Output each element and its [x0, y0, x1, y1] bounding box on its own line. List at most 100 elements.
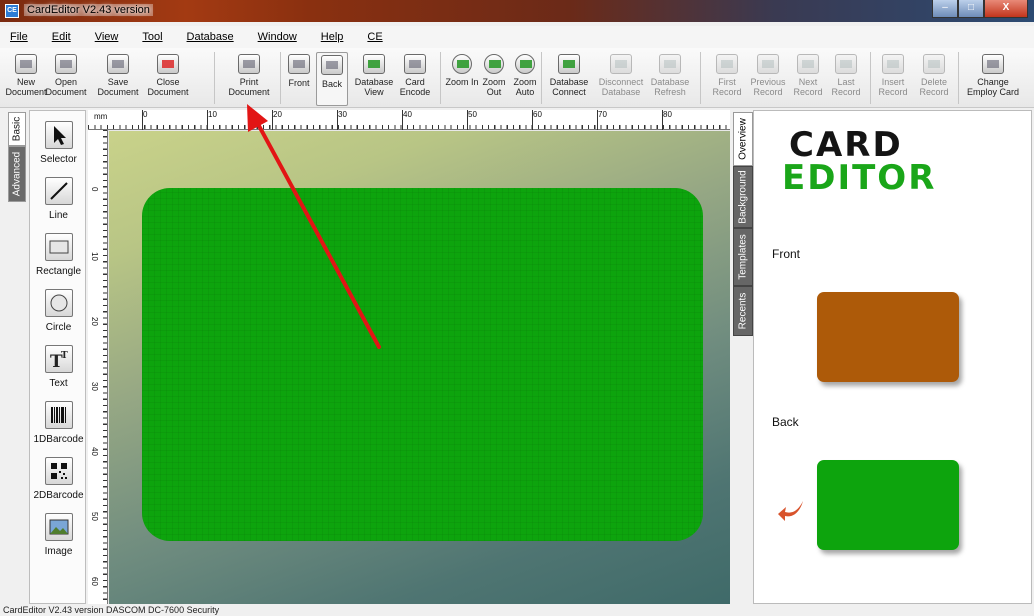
database-refresh-icon: [659, 54, 681, 74]
menu-database[interactable]: Database: [175, 31, 246, 43]
close-document-button[interactable]: Close Document: [143, 52, 193, 106]
ruler-tick: 20: [90, 317, 99, 326]
zoom-out-icon: [484, 54, 504, 74]
tab-advanced[interactable]: Advanced: [8, 146, 26, 202]
back-button[interactable]: Back: [316, 52, 348, 106]
tab-advanced-label: Advanced: [11, 151, 23, 197]
toolbar: New Document Open Document Save Document…: [0, 48, 1034, 108]
close-button[interactable]: X: [984, 0, 1028, 18]
disconnect-database-icon: [610, 54, 632, 74]
close-document-label: Close Document: [147, 77, 189, 97]
maximize-button[interactable]: □: [958, 0, 984, 18]
tool-rectangle-label: Rectangle: [35, 266, 82, 277]
disconnect-database-button[interactable]: Disconnect Database: [596, 52, 646, 106]
delete-record-label: Delete Record: [919, 77, 949, 97]
back-card-thumbnail[interactable]: [817, 460, 959, 550]
menu-view[interactable]: View: [83, 31, 131, 43]
insert-record-icon: [882, 54, 904, 74]
top-ruler: mm 0 10 20 30 40 50 60 70 80: [88, 110, 730, 130]
menu-edit[interactable]: Edit: [40, 31, 83, 43]
tool-circle-label: Circle: [45, 322, 72, 333]
qr-code-icon: [44, 457, 73, 485]
zoom-in-button[interactable]: Zoom In: [445, 52, 479, 106]
previous-record-button[interactable]: Previous Record: [745, 52, 791, 106]
tool-circle[interactable]: Circle: [30, 289, 87, 333]
insert-record-button[interactable]: Insert Record: [873, 52, 913, 106]
ruler-tick: 40: [402, 110, 412, 130]
previous-record-label: Previous Record: [750, 77, 786, 97]
delete-record-icon: [923, 54, 945, 74]
ruler-tick: 60: [532, 110, 542, 130]
user-icon: [982, 54, 1004, 74]
first-record-button[interactable]: First Record: [705, 52, 749, 106]
front-button[interactable]: Front: [283, 52, 315, 106]
database-refresh-label: Database Refresh: [650, 77, 690, 97]
last-record-label: Last Record: [831, 77, 861, 97]
tool-2dbarcode[interactable]: 2DBarcode: [30, 457, 87, 501]
tool-text[interactable]: TT Text: [30, 345, 87, 389]
open-document-icon: [55, 54, 77, 74]
last-record-button[interactable]: Last Record: [826, 52, 866, 106]
tool-line-label: Line: [49, 210, 68, 221]
tool-rectangle[interactable]: Rectangle: [30, 233, 87, 277]
app-icon: CE: [5, 4, 19, 18]
toolbar-separator: [214, 52, 215, 104]
ruler-tick: 0: [141, 110, 148, 130]
card-encode-label: Card Encode: [399, 77, 431, 97]
ruler-tick: 60: [90, 577, 99, 586]
minimize-button[interactable]: –: [932, 0, 958, 18]
title-bar: CE CardEditor V2.43 version – □ X: [0, 0, 1034, 22]
previous-record-icon: [757, 54, 779, 74]
first-record-icon: [716, 54, 738, 74]
database-connect-button[interactable]: Database Connect: [546, 52, 592, 106]
tool-image[interactable]: Image: [30, 513, 87, 557]
print-document-button[interactable]: Print Document: [224, 52, 274, 106]
ruler-tick: 80: [662, 110, 672, 130]
open-document-button[interactable]: Open Document: [42, 52, 90, 106]
last-record-icon: [835, 54, 857, 74]
database-refresh-button[interactable]: Database Refresh: [647, 52, 693, 106]
menu-ce[interactable]: CE: [355, 31, 394, 43]
menu-file[interactable]: File: [0, 31, 40, 43]
ruler-tick: 30: [337, 110, 347, 130]
toolbar-separator: [700, 52, 701, 104]
tab-templates[interactable]: Templates: [733, 228, 753, 286]
toolbar-separator: [958, 52, 959, 104]
tab-basic[interactable]: Basic: [8, 112, 26, 146]
front-card-thumbnail[interactable]: [817, 292, 959, 382]
ruler-tick: 10: [207, 110, 217, 130]
tab-recents[interactable]: Recents: [733, 286, 753, 336]
tab-background[interactable]: Background: [733, 166, 753, 228]
menu-window[interactable]: Window: [246, 31, 309, 43]
card-encode-button[interactable]: Card Encode: [391, 52, 439, 106]
zoom-auto-button[interactable]: Zoom Auto: [508, 52, 542, 106]
zoom-out-button[interactable]: Zoom Out: [477, 52, 511, 106]
card-back-design[interactable]: [142, 188, 703, 541]
delete-record-button[interactable]: Delete Record: [914, 52, 954, 106]
toolbar-separator: [870, 52, 871, 104]
change-employ-card-button[interactable]: Change Employ Card: [962, 52, 1024, 106]
tool-1dbarcode[interactable]: 1DBarcode: [30, 401, 87, 445]
ruler-tick: 30: [90, 382, 99, 391]
zoom-auto-label: Zoom Auto: [513, 77, 537, 97]
disconnect-database-label: Disconnect Database: [598, 77, 644, 97]
menu-tool[interactable]: Tool: [130, 31, 174, 43]
left-ruler: 0 10 20 30 40 50 60: [88, 130, 108, 604]
window-title: CardEditor V2.43 version: [24, 4, 153, 16]
print-document-label: Print Document: [228, 77, 270, 97]
open-document-label: Open Document: [45, 77, 87, 97]
save-document-label: Save Document: [97, 77, 139, 97]
front-preview-label: Front: [772, 247, 801, 261]
save-document-button[interactable]: Save Document: [93, 52, 143, 106]
next-record-button[interactable]: Next Record: [786, 52, 830, 106]
tab-overview[interactable]: Overview: [733, 112, 753, 166]
save-icon: [107, 54, 129, 74]
menu-help[interactable]: Help: [309, 31, 356, 43]
tab-templates-label: Templates: [737, 234, 749, 280]
zoom-out-label: Zoom Out: [482, 77, 506, 97]
menu-bar: File Edit View Tool Database Window Help…: [0, 26, 1034, 48]
ruler-tick: 20: [272, 110, 282, 130]
tool-selector[interactable]: Selector: [30, 121, 87, 165]
current-side-arrow-icon: [778, 501, 803, 521]
tool-line[interactable]: Line: [30, 177, 87, 221]
